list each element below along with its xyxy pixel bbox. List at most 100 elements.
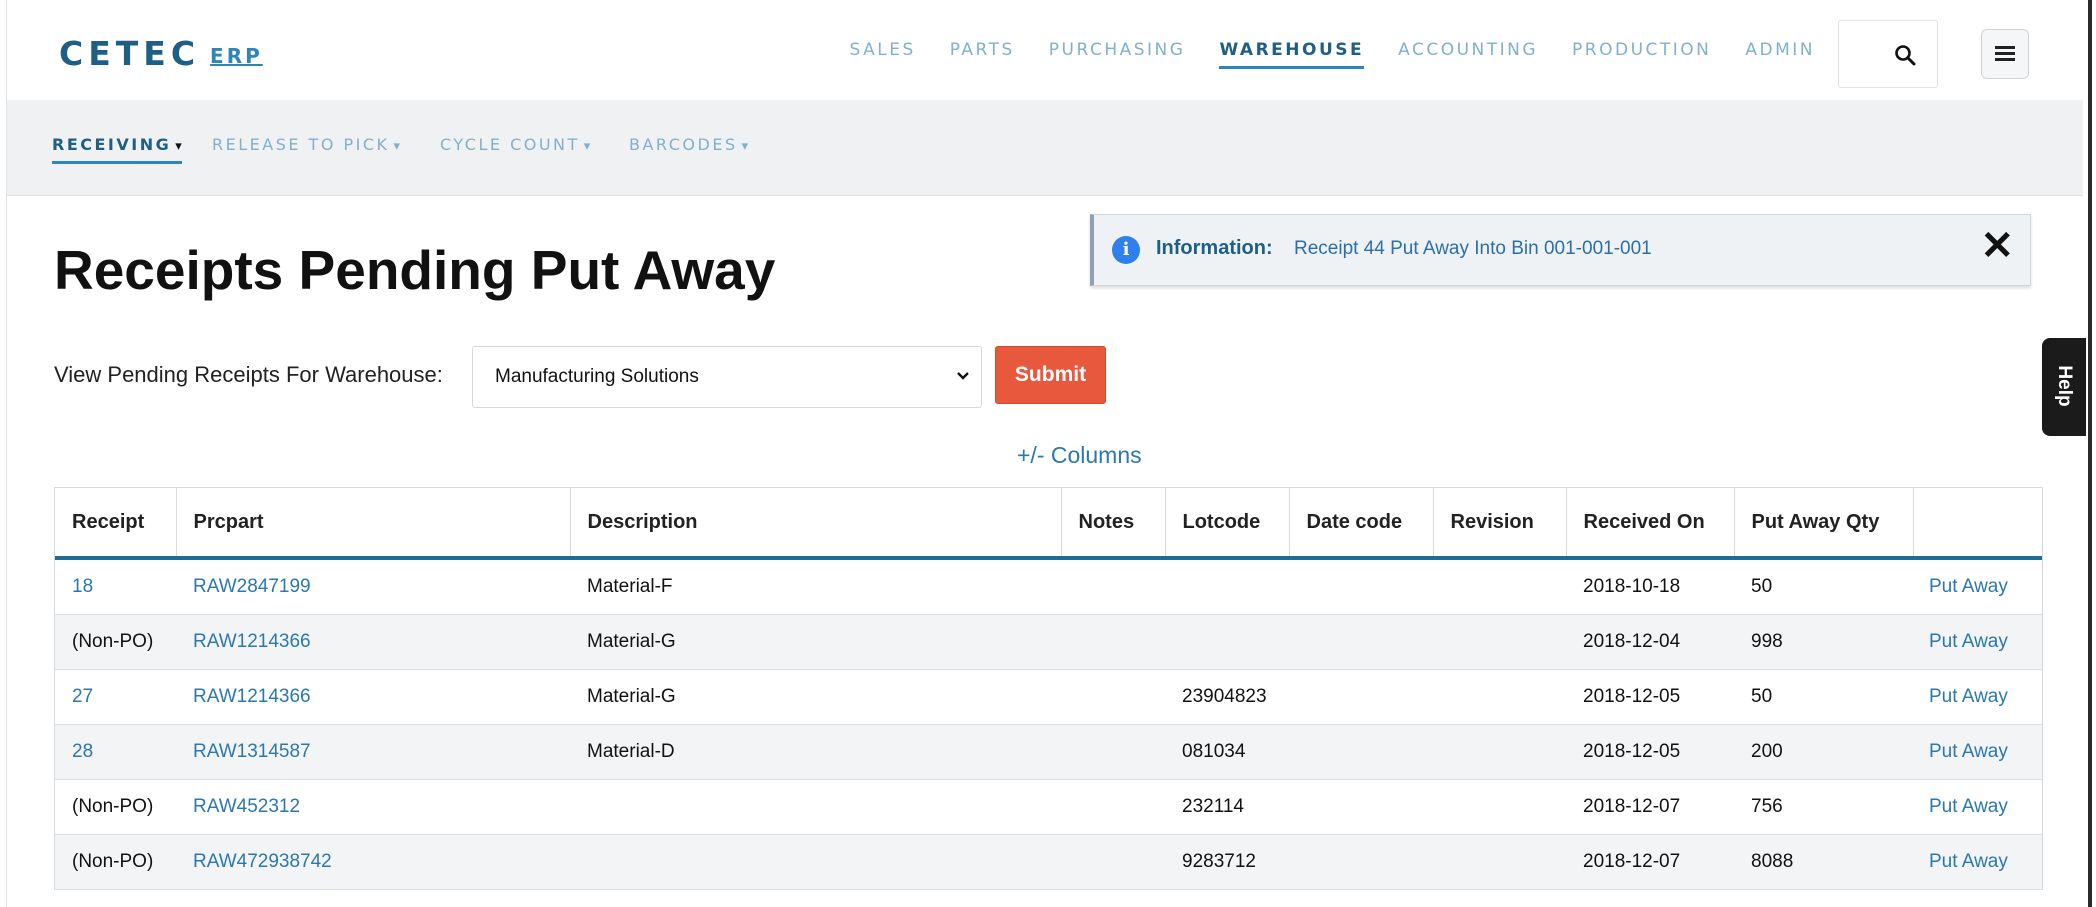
receipt-cell: (Non-PO) (55, 834, 176, 890)
lotcode-cell: 232114 (1165, 779, 1289, 835)
nav-sales[interactable]: SALES (850, 40, 916, 69)
put-away-link[interactable]: Put Away (1929, 686, 2008, 707)
put-away-link[interactable]: Put Away (1929, 576, 2008, 597)
subnav-receiving[interactable]: RECEIVING ▾ (52, 135, 182, 164)
submit-button[interactable]: Submit (995, 346, 1106, 404)
datecode-cell (1289, 834, 1433, 890)
description-cell (570, 779, 1061, 835)
put-away-link[interactable]: Put Away (1929, 851, 2008, 872)
column-header-put-away-qty[interactable]: Put Away Qty (1734, 488, 1914, 560)
notes-cell (1061, 834, 1165, 890)
column-header-lotcode[interactable]: Lotcode (1165, 488, 1290, 560)
qty-cell: 998 (1734, 614, 1913, 670)
received-on-cell: 2018-12-07 (1566, 834, 1734, 890)
datecode-cell (1289, 614, 1433, 670)
part-link[interactable]: RAW452312 (193, 796, 300, 817)
info-alert: i Information: Receipt 44 Put Away Into … (1090, 214, 2031, 286)
received-on-cell: 2018-10-18 (1566, 558, 1734, 615)
caret-down-icon: ▾ (741, 139, 749, 154)
datecode-cell (1289, 724, 1433, 780)
info-icon: i (1112, 236, 1140, 264)
part-link[interactable]: RAW472938742 (193, 851, 332, 872)
revision-cell (1433, 669, 1566, 725)
part-link[interactable]: RAW1314587 (193, 741, 311, 762)
part-link[interactable]: RAW2847199 (193, 576, 311, 597)
put-away-link[interactable]: Put Away (1929, 796, 2008, 817)
brand-logo[interactable]: CETEC ERP (59, 34, 263, 73)
notes-cell (1061, 558, 1165, 615)
put-away-link[interactable]: Put Away (1929, 741, 2008, 762)
close-icon[interactable]: ✕ (1980, 226, 2014, 266)
receipt-link[interactable]: 28 (72, 741, 93, 762)
column-header-received-on[interactable]: Received On (1566, 488, 1735, 560)
column-header-prcpart[interactable]: Prcpart (176, 488, 571, 560)
column-header-notes[interactable]: Notes (1061, 488, 1166, 560)
subnav-barcodes[interactable]: BARCODES ▾ (629, 135, 748, 161)
qty-cell: 756 (1734, 779, 1913, 835)
help-tab-label: Help (2054, 365, 2075, 407)
lotcode-cell: 081034 (1165, 724, 1289, 780)
put-away-link[interactable]: Put Away (1929, 631, 2008, 652)
description-cell: Material-D (570, 724, 1061, 780)
revision-cell (1433, 558, 1566, 615)
subnav-release-to-pick[interactable]: RELEASE TO PICK ▾ (212, 135, 400, 161)
nav-parts[interactable]: PARTS (950, 40, 1015, 69)
column-header-description[interactable]: Description (570, 488, 1062, 560)
nav-admin[interactable]: ADMIN (1745, 40, 1815, 69)
subnav-receiving-label: RECEIVING (52, 135, 172, 154)
column-header-action (1913, 488, 2042, 560)
description-cell: Material-G (570, 614, 1061, 670)
column-header-revision[interactable]: Revision (1433, 488, 1567, 560)
help-tab[interactable]: Help (2042, 338, 2086, 436)
notes-cell (1061, 724, 1165, 780)
warehouse-select[interactable]: Manufacturing Solutions (472, 346, 982, 408)
table-row: (Non-PO) RAW472938742 9283712 2018-12-07… (55, 834, 2042, 890)
receipt-cell: (Non-PO) (55, 614, 176, 670)
nav-production[interactable]: PRODUCTION (1572, 40, 1711, 69)
qty-cell: 50 (1734, 669, 1913, 725)
lotcode-cell: 23904823 (1165, 669, 1289, 725)
warehouse-select-value: Manufacturing Solutions (495, 366, 699, 387)
nav-purchasing[interactable]: PURCHASING (1049, 40, 1186, 69)
revision-cell (1433, 779, 1566, 835)
caret-down-icon: ▾ (393, 139, 401, 154)
receipt-link[interactable]: 18 (72, 576, 93, 597)
receipt-cell: (Non-PO) (55, 779, 176, 835)
nav-accounting[interactable]: ACCOUNTING (1398, 40, 1538, 69)
revision-cell (1433, 834, 1566, 890)
notes-cell (1061, 779, 1165, 835)
notes-cell (1061, 614, 1165, 670)
receipt-link[interactable]: 27 (72, 686, 93, 707)
main-menu: SALES PARTS PURCHASING WAREHOUSE ACCOUNT… (816, 40, 1816, 69)
column-header-receipt[interactable]: Receipt (55, 488, 177, 560)
notes-cell (1061, 669, 1165, 725)
brand-name: CETEC (59, 34, 201, 73)
lotcode-cell (1165, 558, 1289, 615)
table-header-row: Receipt Prcpart Description Notes Lotcod… (55, 488, 2042, 560)
description-cell (570, 834, 1061, 890)
warehouse-subnav: RECEIVING ▾ RELEASE TO PICK ▾ CYCLE COUNT ▾… (7, 100, 2083, 196)
alert-message: Receipt 44 Put Away Into Bin 001-001-001 (1294, 238, 1652, 259)
subnav-cycle-count[interactable]: CYCLE COUNT ▾ (440, 135, 590, 161)
part-link[interactable]: RAW1214366 (193, 631, 311, 652)
revision-cell (1433, 614, 1566, 670)
columns-toggle-link[interactable]: +/- Columns (1017, 442, 1142, 469)
subnav-cycle-count-label: CYCLE COUNT (440, 135, 580, 154)
description-cell: Material-F (570, 558, 1061, 615)
menu-toggle-button[interactable] (1981, 29, 2029, 79)
chevron-down-icon (957, 372, 969, 380)
column-header-date-code[interactable]: Date code (1289, 488, 1434, 560)
received-on-cell: 2018-12-04 (1566, 614, 1734, 670)
nav-warehouse[interactable]: WAREHOUSE (1219, 40, 1365, 69)
lotcode-cell (1165, 614, 1289, 670)
received-on-cell: 2018-12-07 (1566, 779, 1734, 835)
datecode-cell (1289, 779, 1433, 835)
search-button[interactable] (1838, 20, 1938, 88)
subnav-release-label: RELEASE TO PICK (212, 135, 390, 154)
qty-cell: 200 (1734, 724, 1913, 780)
part-link[interactable]: RAW1214366 (193, 686, 311, 707)
description-cell: Material-G (570, 669, 1061, 725)
received-on-cell: 2018-12-05 (1566, 669, 1734, 725)
warehouse-filter-label: View Pending Receipts For Warehouse: (54, 362, 443, 387)
datecode-cell (1289, 558, 1433, 615)
